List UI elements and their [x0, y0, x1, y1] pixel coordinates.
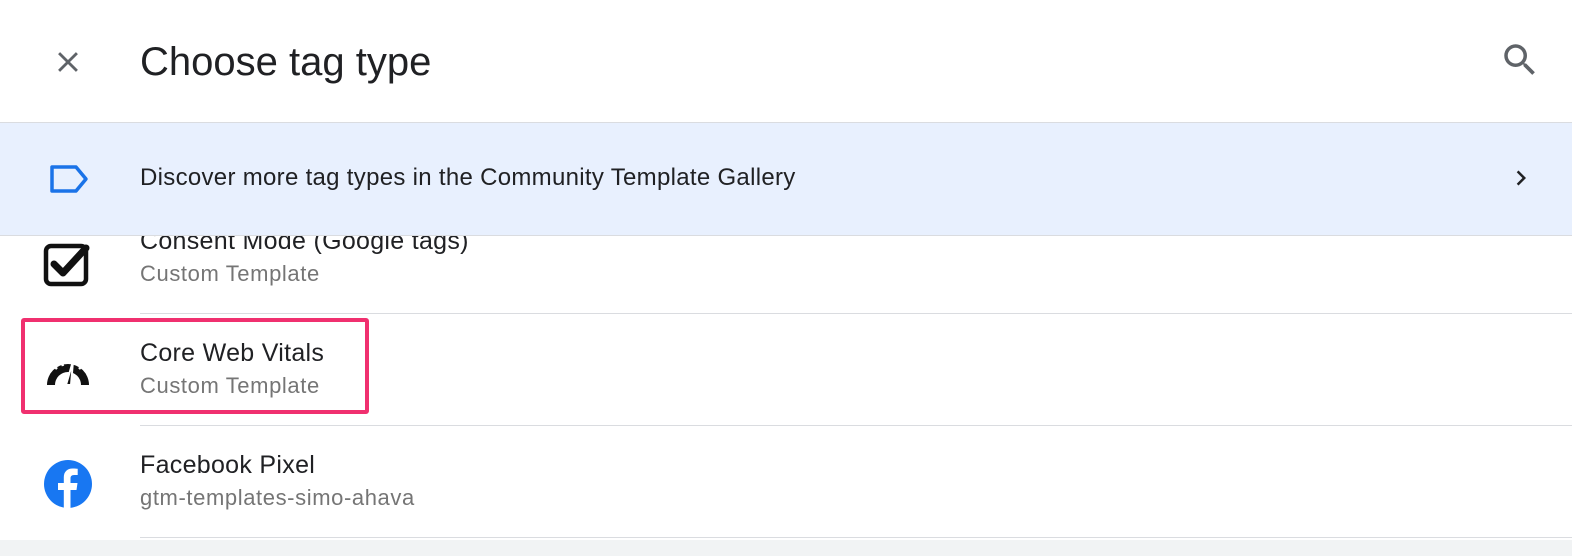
tag-type-name: Core Web Vitals — [140, 339, 325, 367]
facebook-icon — [44, 460, 92, 508]
speedometer-icon — [47, 359, 89, 386]
tag-type-subtitle: Custom Template — [140, 261, 320, 286]
choose-tag-type-panel: Choose tag type Discover more tag types … — [0, 0, 1572, 556]
tag-type-name: Consent Mode (Google tags) — [140, 236, 469, 255]
gallery-banner-text: Discover more tag types in the Community… — [140, 164, 796, 191]
close-button[interactable] — [40, 34, 96, 90]
tag-type-subtitle: Custom Template — [140, 373, 320, 398]
chevron-right-icon — [1516, 170, 1526, 186]
list-item-consent-mode[interactable]: Consent Mode (Google tags) Custom Templa… — [0, 236, 1572, 314]
community-template-gallery-link[interactable]: Discover more tag types in the Community… — [0, 123, 1572, 236]
search-button[interactable] — [1492, 32, 1548, 88]
tag-label-icon — [50, 165, 88, 193]
checkbox-checked-icon — [43, 243, 90, 287]
bottom-edge — [0, 540, 1572, 556]
close-icon — [58, 52, 78, 72]
row-icon-wrapper — [42, 240, 94, 292]
tag-type-subtitle: gtm-templates-simo-ahava — [140, 485, 415, 510]
tag-type-name: Facebook Pixel — [140, 451, 316, 479]
page-title: Choose tag type — [140, 40, 432, 84]
panel-header: Choose tag type — [0, 0, 1572, 123]
divider — [140, 537, 1572, 538]
list-item-facebook-pixel[interactable]: Facebook Pixel gtm-templates-simo-ahava — [0, 426, 1572, 538]
list-item-core-web-vitals[interactable]: Core Web Vitals Custom Template — [0, 314, 1572, 426]
row-icon-wrapper — [42, 346, 94, 398]
search-icon — [1504, 44, 1535, 75]
tag-type-list: Consent Mode (Google tags) Custom Templa… — [0, 236, 1572, 556]
row-icon-wrapper — [42, 458, 94, 510]
